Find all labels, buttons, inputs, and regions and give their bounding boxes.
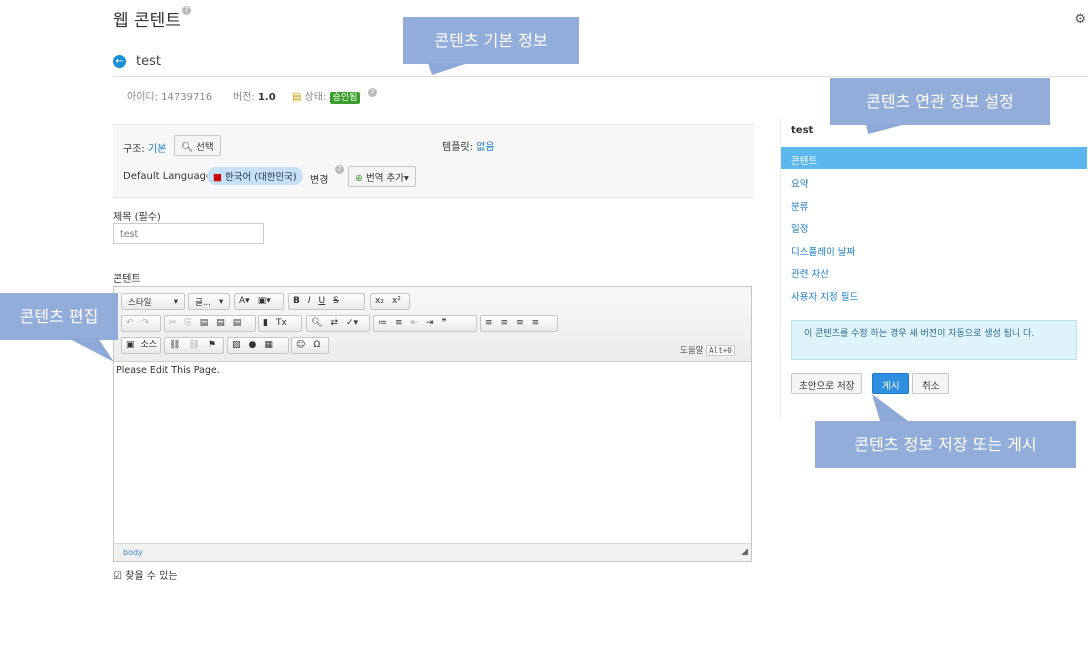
callout-pointer — [872, 394, 908, 421]
replace-icon[interactable]: ⇄ — [326, 316, 342, 331]
content-label: 콘텐트 — [113, 274, 141, 285]
callout-save-publish: 콘텐츠 정보 저장 또는 게시 — [815, 421, 1076, 468]
text-color-icon[interactable]: A▾ — [235, 294, 254, 309]
sidebar-item-display-date[interactable]: 디스플레이 날짜 — [791, 244, 855, 258]
callout-pointer — [68, 338, 114, 362]
plus-circle-icon: ⊕ — [355, 173, 363, 184]
paste-icon[interactable]: ▤ — [196, 316, 213, 331]
blockquote-icon[interactable]: ❞ — [438, 316, 451, 331]
checkbox-icon: ☑ — [113, 571, 122, 582]
special-char-icon[interactable]: Ω — [309, 338, 324, 353]
bg-color-icon[interactable]: ▣▾ — [254, 294, 275, 309]
source-icon: ▣ — [126, 340, 135, 350]
strike-icon[interactable]: S — [329, 294, 343, 309]
meta-version: 버전: 1.0 — [233, 92, 276, 103]
back-arrow-icon[interactable]: ← — [113, 55, 126, 68]
editor-footer: body ◢ — [114, 543, 751, 561]
editor-help[interactable]: 도움말 Alt+0 — [680, 344, 735, 356]
flag-kr-icon: ■ — [213, 172, 222, 183]
outdent-icon[interactable]: ⇤ — [407, 316, 423, 331]
meta-status: ▤ 상태: 승인됨 — [292, 88, 361, 104]
structure-select-button[interactable]: 🔍︎ 선택 — [174, 135, 221, 156]
rich-text-editor: 스타일 ▾ 글... ▾ A▾ ▣▾ BIUS x₂ x² ↶ ↷ ✂ ⎘ ▤ ▤ ▤ ▮ Tx 🔍… — [113, 286, 752, 562]
align-right-icon[interactable]: ≡ — [512, 316, 528, 331]
template-label: 템플릿: 없음 — [442, 142, 495, 153]
sidebar-item-related-assets[interactable]: 관련 자산 — [791, 266, 829, 280]
remove-format-icon[interactable]: Tx — [272, 316, 291, 331]
title-input[interactable]: test — [113, 223, 264, 244]
help-icon[interactable]: ? — [181, 6, 191, 15]
smiley-icon[interactable]: ☺ — [292, 338, 309, 353]
divider — [113, 76, 1088, 77]
align-left-icon[interactable]: ≡ — [481, 316, 497, 331]
searchable-checkbox[interactable]: ☑ 찾을 수 있는 — [113, 567, 178, 582]
gear-icon[interactable]: ⚙ — [1074, 12, 1086, 27]
callout-related-info: 콘텐츠 연관 정보 설정 — [830, 78, 1050, 125]
status-help-icon[interactable]: ? — [368, 88, 377, 97]
callout-edit: 콘텐츠 편집 — [0, 293, 118, 340]
element-path[interactable]: body — [123, 548, 143, 557]
language-pill: ■ 한국어 (대한민국) — [207, 167, 303, 185]
structure-label: 구조: 기본 — [123, 144, 167, 155]
sidebar-item-content[interactable]: 콘텐트 — [791, 153, 817, 167]
redo-icon[interactable]: ↷ — [138, 316, 154, 331]
undo-icon[interactable]: ↶ — [122, 316, 138, 331]
resize-handle-icon[interactable]: ◢ — [741, 547, 748, 557]
cut-icon[interactable]: ✂ — [165, 316, 181, 331]
subscript-icon[interactable]: x₂ — [371, 294, 388, 309]
source-button[interactable]: ▣ 소스 — [121, 337, 161, 354]
sidebar-item-custom-fields[interactable]: 사용자 지정 필드 — [791, 289, 858, 303]
sidebar-title: test — [791, 125, 814, 136]
meta-id: 아이디: 14739716 — [127, 92, 213, 103]
underline-icon[interactable]: U — [315, 294, 330, 309]
edit-note-icon: ▤ — [292, 92, 302, 103]
style-combo[interactable]: 스타일 ▾ — [121, 293, 185, 310]
sidebar-item-categorization[interactable]: 분류 — [791, 199, 808, 213]
save-draft-button[interactable]: 초안으로 저장 — [791, 373, 863, 394]
cancel-button[interactable]: 취소 — [912, 373, 950, 394]
anchor-flag-icon[interactable]: ⚑ — [204, 338, 220, 353]
sidebar-active-bg — [781, 147, 1087, 169]
bullet-list-icon[interactable]: ≡ — [391, 316, 407, 331]
language-help-icon[interactable]: ? — [335, 165, 344, 174]
sidebar: test 콘텐트 요약 분류 일정 디스플레이 날짜 관련 자산 사용자 지정 … — [780, 118, 1088, 420]
info-box: 이 콘텐츠를 수정 하는 경우 새 버전이 자동으로 생성 됩니 다. — [791, 320, 1077, 360]
language-change-link[interactable]: 변경 — [310, 171, 328, 186]
table-icon[interactable]: ▦ — [260, 338, 277, 353]
add-translation-button[interactable]: ⊕ 번역 추가▾ — [348, 166, 416, 187]
numbered-list-icon[interactable]: ≔ — [374, 316, 391, 331]
sidebar-item-summary[interactable]: 요약 — [791, 176, 808, 190]
link-icon[interactable]: ⛓ — [165, 338, 184, 353]
superscript-icon[interactable]: x² — [388, 294, 405, 309]
align-center-icon[interactable]: ≡ — [497, 316, 513, 331]
spellcheck-icon[interactable]: ✓▾ — [342, 316, 362, 331]
italic-icon[interactable]: I — [304, 294, 315, 309]
search-icon: 🔍︎ — [181, 142, 194, 153]
flash-icon[interactable]: ● — [245, 338, 261, 353]
format-painter-icon[interactable]: ▮ — [259, 316, 272, 331]
publish-button[interactable]: 게시 — [872, 373, 910, 394]
status-badge: 승인됨 — [329, 92, 361, 104]
article-title: test — [136, 54, 161, 69]
callout-pointer — [428, 63, 468, 75]
callout-pointer — [866, 124, 906, 134]
align-justify-icon[interactable]: ≡ — [528, 316, 544, 331]
font-combo[interactable]: 글... ▾ — [188, 293, 230, 310]
sidebar-item-schedule[interactable]: 일정 — [791, 221, 808, 235]
page-title: 웹 콘텐트? — [113, 6, 191, 31]
paste-text-icon[interactable]: ▤ — [212, 316, 229, 331]
image-icon[interactable]: ▨ — [228, 338, 245, 353]
bold-icon[interactable]: B — [289, 294, 304, 309]
title-label: 제목 (필수) — [113, 212, 161, 223]
editor-toolbar: 스타일 ▾ 글... ▾ A▾ ▣▾ BIUS x₂ x² ↶ ↷ ✂ ⎘ ▤ ▤ ▤ ▮ Tx 🔍… — [114, 287, 751, 362]
unlink-icon[interactable]: ⛓ — [184, 338, 203, 353]
copy-icon[interactable]: ⎘ — [181, 316, 196, 331]
find-icon[interactable]: 🔍︎ — [307, 316, 326, 331]
callout-basic-info: 콘텐츠 기본 정보 — [403, 17, 579, 64]
indent-icon[interactable]: ⇥ — [422, 316, 438, 331]
editor-content[interactable]: Please Edit This Page. — [116, 365, 220, 376]
paste-word-icon[interactable]: ▤ — [229, 316, 246, 331]
default-language-label: Default Language: — [123, 171, 216, 182]
